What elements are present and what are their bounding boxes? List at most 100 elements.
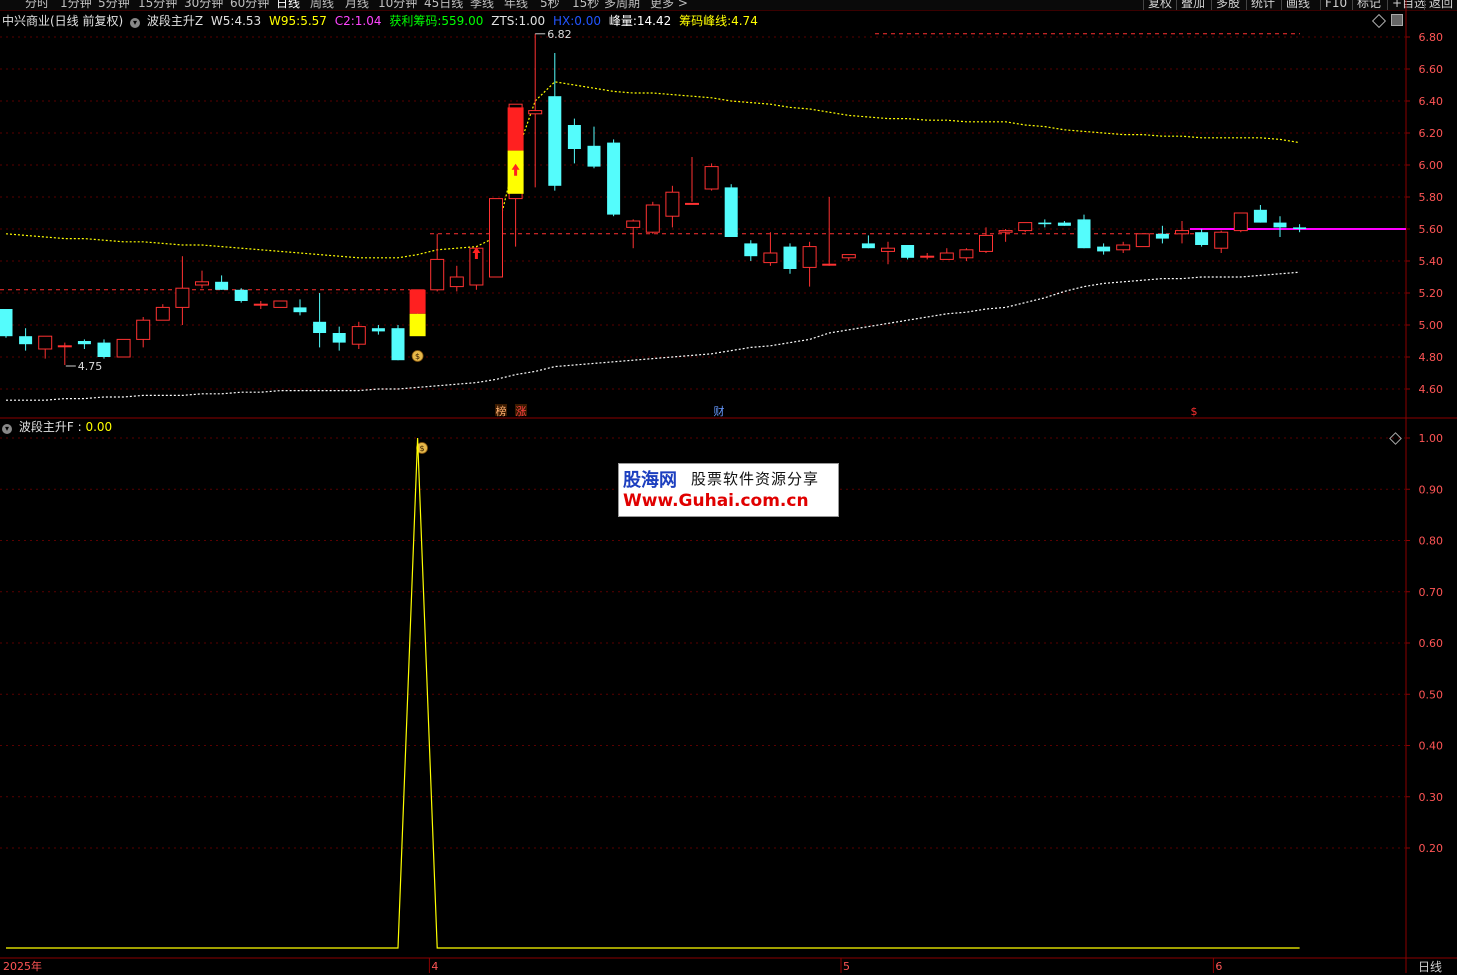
hx-value: 0.00 (574, 14, 601, 28)
sub-indicator-toggle-icon[interactable]: ▾ (2, 424, 12, 434)
candle-body (332, 333, 346, 343)
candle-body (253, 303, 268, 306)
price-tick-label-2: 5.00 (1419, 319, 1444, 332)
candle-body (959, 249, 974, 259)
w95-label: W95: (269, 14, 301, 28)
candle-body (901, 245, 915, 258)
candle-body (136, 319, 151, 340)
candle-1 (19, 328, 33, 351)
sub-tick-label-2: 0.40 (1419, 740, 1444, 753)
candle-body (645, 204, 660, 233)
profit-value: 559.00 (441, 14, 484, 28)
candle-body (1293, 227, 1307, 229)
candle-body (1135, 233, 1150, 248)
candle-3 (57, 342, 72, 365)
candle-42 (822, 197, 837, 266)
candle-body (1155, 233, 1169, 239)
candle-body (0, 309, 13, 337)
event-mark-3: $ (1191, 405, 1198, 418)
candle-37 (724, 184, 738, 237)
x-axis-label-0: 2025年 (3, 959, 42, 973)
candle-body (822, 263, 837, 266)
candle-47 (920, 253, 935, 260)
candle-54 (1057, 221, 1071, 226)
candle-34 (665, 185, 680, 228)
panel-maximize-icon[interactable] (1391, 14, 1403, 26)
event-mark-0: 榜 (496, 404, 507, 418)
candle-52 (1018, 222, 1033, 233)
candle-66 (1293, 224, 1307, 233)
candle-41 (802, 241, 817, 287)
candle-64 (1253, 205, 1267, 223)
w95-value: 5.57 (300, 14, 327, 28)
candle-6 (116, 338, 131, 358)
candle-29 (567, 118, 581, 164)
sub-tick-label-3: 0.50 (1419, 688, 1444, 701)
sub-indicator-sep: : (77, 420, 82, 434)
candle-4 (77, 339, 91, 349)
candle-9 (175, 256, 190, 325)
candle-59 (1155, 225, 1169, 244)
x-axis-label-2: 5 (843, 960, 850, 973)
zts-value: 1.00 (518, 14, 546, 28)
candle-body (195, 281, 209, 286)
candle-58 (1135, 233, 1150, 248)
sub-tick-label-7: 0.90 (1419, 483, 1444, 496)
candle-33 (645, 201, 660, 234)
candle-body (175, 287, 190, 308)
signal-box-yellow-21 (409, 313, 426, 337)
indicator-name[interactable]: 波段主升Z (147, 14, 203, 28)
candle-body (567, 125, 581, 149)
candle-15 (293, 299, 307, 316)
low-label: 4.75 (78, 360, 103, 373)
sub-indicator-name[interactable]: 波段主升F (19, 420, 74, 434)
candle-body (1195, 232, 1209, 245)
candle-5 (97, 339, 111, 359)
candle-23 (449, 265, 464, 292)
candle-39 (763, 232, 778, 266)
candle-10 (195, 270, 209, 289)
candle-body (763, 252, 778, 264)
watermark-logo: 股海网 (623, 470, 677, 491)
price-tick-label-7: 6.00 (1419, 159, 1444, 172)
candle-38 (744, 240, 758, 261)
candle-51 (998, 229, 1013, 242)
moneybag-main-icon-glyph: $ (415, 352, 420, 361)
candle-body (1077, 219, 1091, 249)
candle-body (1097, 246, 1111, 252)
candle-body (802, 246, 817, 268)
candle-body (77, 341, 91, 345)
candle-22 (430, 233, 445, 292)
candle-61 (1195, 229, 1209, 247)
candle-body (1116, 244, 1131, 251)
candle-13 (253, 301, 268, 309)
candle-60 (1175, 221, 1189, 244)
candle-11 (215, 275, 229, 290)
candle-body (979, 234, 993, 252)
candle-body (1273, 222, 1287, 228)
candle-25 (489, 198, 503, 278)
period-label[interactable]: 日线 (1418, 958, 1442, 975)
candle-14 (273, 300, 288, 308)
event-mark-1: 涨 (516, 405, 527, 418)
candle-55 (1077, 214, 1091, 249)
candle-body (351, 326, 366, 345)
candle-body (841, 254, 856, 259)
candle-body (998, 230, 1013, 233)
price-tick-label-3: 5.20 (1419, 287, 1444, 300)
sub-tick-label-6: 0.80 (1419, 535, 1444, 548)
candle-31 (607, 139, 621, 217)
candle-body (234, 289, 248, 301)
chip-label: 筹码峰线: (679, 14, 732, 28)
candle-body (939, 252, 954, 260)
event-mark-2: 财 (714, 404, 725, 418)
indicator-toggle-icon[interactable]: ▾ (130, 18, 141, 28)
candle-body (704, 166, 719, 190)
w5-label: W5: (210, 14, 235, 28)
profit-label: 获利筹码: (389, 14, 442, 28)
candle-12 (234, 288, 248, 303)
sub-tick-label-5: 0.70 (1419, 586, 1444, 599)
candle-17 (332, 326, 346, 351)
price-tick-label-1: 4.80 (1419, 351, 1444, 364)
chip-value: 4.74 (731, 14, 758, 28)
